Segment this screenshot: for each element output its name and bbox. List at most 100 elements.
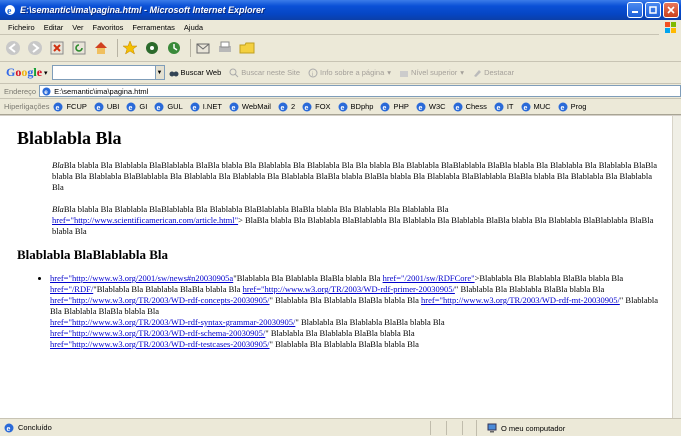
link-label: MUC [533, 102, 551, 111]
link-webmail[interactable]: e WebMail [229, 102, 271, 112]
maximize-button[interactable] [645, 2, 661, 18]
link-label: IT [506, 102, 514, 111]
menu-ficheiro[interactable]: Ficheiro [8, 23, 35, 32]
window-title: E:\semantic\ima\pagina.html - Microsoft … [20, 5, 265, 15]
google-menu-arrow[interactable]: ▾ [44, 69, 48, 77]
back-button[interactable] [4, 39, 22, 57]
svg-text:e: e [560, 105, 564, 112]
rdf-concepts-link[interactable]: href="http://www.w3.org/TR/2003/WD-rdf-c… [50, 295, 270, 305]
close-button[interactable] [663, 2, 679, 18]
svg-text:e: e [523, 105, 527, 112]
minimize-icon [632, 11, 638, 13]
rdf-mt-link[interactable]: href="http://www.w3.org/TR/2003/WD-rdf-m… [421, 295, 620, 305]
destacar-button[interactable]: Destacar [472, 68, 514, 78]
google-toolbar: Google ▾ ▼ Buscar Web Buscar neste Site … [0, 62, 681, 84]
standard-toolbar [0, 35, 681, 62]
menu-favoritos[interactable]: Favoritos [93, 23, 124, 32]
menu-bar: Ficheiro Editar Ver Favoritos Ferramenta… [0, 20, 681, 35]
rdf-schema-link[interactable]: href="http://www.w3.org/TR/2003/WD-rdf-s… [50, 328, 265, 338]
link-gi[interactable]: e GI [126, 102, 147, 112]
svg-text:e: e [305, 105, 309, 112]
rdf-testcases-link[interactable]: href="http://www.w3.org/TR/2003/WD-rdf-t… [50, 339, 270, 349]
rdf-syntax-grammar-link[interactable]: href="http://www.w3.org/TR/2003/WD-rdf-s… [50, 317, 295, 327]
vertical-scrollbar[interactable] [672, 116, 681, 418]
scientific-american-link[interactable]: href="http://www.scientificamerican.com/… [52, 215, 238, 225]
paragraph-text: Bla blabla Bla Blablabla BlaBlablabla Bl… [52, 160, 658, 192]
svg-text:e: e [96, 105, 100, 112]
section-heading: Blablabla BlaBlablabla Bla [17, 247, 168, 262]
link-it[interactable]: e IT [494, 102, 514, 112]
link-muc[interactable]: e MUC [521, 102, 551, 112]
menu-ajuda[interactable]: Ajuda [184, 23, 203, 32]
refresh-button[interactable] [70, 39, 88, 57]
w3-news-link[interactable]: href="http://www.w3.org/2001/sw/news#n20… [50, 273, 233, 283]
link-label: PHP [393, 102, 409, 111]
zone-text: O meu computador [501, 423, 566, 433]
buscar-web-button[interactable]: Buscar Web [169, 68, 221, 78]
address-value: E:\semantic\ima\pagina.html [54, 86, 149, 96]
mail-button[interactable] [194, 39, 212, 57]
computer-icon [487, 423, 497, 433]
link-php[interactable]: e PHP [380, 102, 409, 112]
google-search-dropdown[interactable]: ▼ [154, 65, 165, 80]
links-label: Hiperligações [4, 102, 50, 111]
nivel-superior-button[interactable]: Nível superior ▾ [399, 68, 464, 78]
ie-page-icon: e [494, 102, 504, 112]
history-button[interactable] [165, 39, 183, 57]
status-text: Concluído [18, 423, 52, 432]
svg-text:e: e [157, 105, 161, 112]
svg-text:e: e [496, 105, 500, 112]
ie-page-icon: e [154, 102, 164, 112]
link-label: UBI [106, 102, 120, 111]
folder-up-icon [400, 70, 409, 77]
link-fox[interactable]: e FOX [302, 102, 331, 112]
address-input[interactable]: e E:\semantic\ima\pagina.html [39, 85, 681, 97]
info-pagina-button[interactable]: i Info sobre a página ▾ [308, 68, 391, 78]
windows-logo [659, 20, 681, 35]
svg-text:e: e [129, 105, 133, 112]
stop-icon [50, 41, 64, 55]
ie-page-icon: e [558, 102, 568, 112]
menu-ver[interactable]: Ver [72, 23, 83, 32]
link-inet[interactable]: e I.NET [190, 102, 222, 112]
menu-ferramentas[interactable]: Ferramentas [132, 23, 175, 32]
rdf-primer-link[interactable]: href="http://www.w3.org/TR/2003/WD-rdf-p… [243, 284, 455, 294]
media-button[interactable] [143, 39, 161, 57]
rdfcore-link[interactable]: href="/2001/sw/RDFCore" [383, 273, 475, 283]
ie-page-icon: e [302, 102, 312, 112]
svg-text:e: e [44, 89, 48, 96]
google-logo[interactable]: Google [6, 65, 42, 80]
address-bar: Endereço e E:\semantic\ima\pagina.html [0, 84, 681, 99]
ie-page-icon: e [380, 102, 390, 112]
folder-icon [239, 42, 255, 54]
forward-button[interactable] [26, 39, 44, 57]
home-button[interactable] [92, 39, 110, 57]
link-prog[interactable]: e Prog [558, 102, 586, 112]
windows-flag-icon [665, 22, 676, 33]
link-chess[interactable]: e Chess [453, 102, 487, 112]
ie-page-icon: e [53, 102, 63, 112]
link-w3c[interactable]: e W3C [416, 102, 446, 112]
list-text: "Blablabla Bla Blablabla BlaBla blabla B… [233, 273, 383, 283]
svg-text:e: e [340, 105, 344, 112]
rdf-link[interactable]: href="/RDF/ [50, 284, 93, 294]
buscar-site-button[interactable]: Buscar neste Site [229, 68, 300, 78]
folder-button[interactable] [238, 39, 256, 57]
link-label: GUL [167, 102, 183, 111]
stop-button[interactable] [48, 39, 66, 57]
minimize-button[interactable] [627, 2, 643, 18]
link-gul[interactable]: e GUL [154, 102, 183, 112]
link-bdphp[interactable]: e BDphp [338, 102, 373, 112]
link-ubi[interactable]: e UBI [94, 102, 120, 112]
link-fcup[interactable]: e FCUP [53, 102, 87, 112]
link-label: Chess [465, 102, 487, 111]
favorites-button[interactable] [121, 39, 139, 57]
link-2[interactable]: e2 [278, 102, 295, 112]
google-search-input[interactable] [51, 65, 156, 80]
maximize-icon [649, 6, 657, 14]
print-button[interactable] [216, 39, 234, 57]
link-label: WebMail [241, 102, 271, 111]
menu-editar[interactable]: Editar [44, 23, 64, 32]
mail-icon [196, 43, 210, 54]
svg-text:e: e [280, 105, 284, 112]
